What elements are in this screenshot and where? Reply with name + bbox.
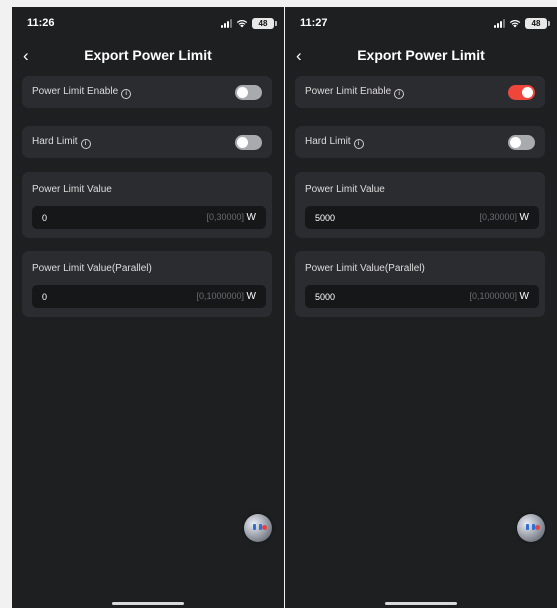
input-unit: W	[246, 212, 256, 223]
hard-limit-row: Hard Limit i	[295, 126, 545, 158]
assistant-bubble-icon[interactable]	[517, 514, 545, 542]
info-icon[interactable]: i	[353, 139, 364, 149]
hard-limit-row: Hard Limit i	[22, 126, 272, 158]
power-limit-value-parallel-input[interactable]: 0 [0,1000000] W	[32, 285, 266, 308]
hard-limit-toggle[interactable]	[508, 135, 535, 150]
info-icon[interactable]: i	[121, 89, 132, 99]
status-bar: 11:26 48	[12, 7, 284, 37]
power-limit-enable-row: Power Limit Enable i	[295, 76, 545, 108]
home-indicator[interactable]	[112, 602, 184, 605]
wifi-icon	[236, 19, 248, 28]
wifi-icon	[509, 19, 521, 28]
input-value: 0	[42, 292, 48, 302]
hard-limit-label: Hard Limit	[32, 136, 78, 147]
power-limit-value-parallel-input[interactable]: 5000 [0,1000000] W	[305, 285, 539, 308]
toggle-knob	[510, 137, 521, 148]
phone-screen-left: 11:26 48 ‹ Export Power Limit Power Limi…	[12, 7, 284, 608]
power-limit-enable-toggle[interactable]	[235, 85, 262, 100]
power-limit-enable-toggle[interactable]	[508, 85, 535, 100]
toggle-knob	[237, 137, 248, 148]
power-limit-value-parallel-label: Power Limit Value(Parallel)	[305, 263, 425, 274]
assistant-bubble-icon[interactable]	[244, 514, 272, 542]
home-indicator[interactable]	[385, 602, 457, 605]
power-limit-enable-row: Power Limit Enable i	[22, 76, 272, 108]
status-bar: 11:27 48	[285, 7, 557, 37]
power-limit-enable-label: Power Limit Enable	[305, 86, 392, 97]
power-limit-value-parallel-card: Power Limit Value(Parallel) 5000 [0,1000…	[295, 251, 545, 317]
info-icon[interactable]: i	[394, 89, 405, 99]
input-range: [0,1000000]	[196, 291, 244, 301]
power-limit-value-card: Power Limit Value 0 [0,30000] W	[22, 172, 272, 238]
power-limit-value-parallel-label: Power Limit Value(Parallel)	[32, 263, 152, 274]
input-unit: W	[246, 291, 256, 302]
power-limit-value-parallel-card: Power Limit Value(Parallel) 0 [0,1000000…	[22, 251, 272, 317]
signal-icon	[221, 18, 232, 28]
input-value: 5000	[315, 292, 336, 302]
power-limit-value-input[interactable]: 0 [0,30000] W	[32, 206, 266, 229]
battery-icon: 48	[252, 17, 277, 29]
status-time: 11:26	[27, 17, 55, 29]
toggle-knob	[522, 87, 533, 98]
info-icon[interactable]: i	[80, 139, 91, 149]
input-value: 0	[42, 213, 48, 223]
power-limit-value-label: Power Limit Value	[305, 184, 385, 195]
nav-bar: ‹ Export Power Limit	[12, 45, 284, 69]
status-icons: 48	[221, 17, 277, 29]
signal-icon	[494, 18, 505, 28]
input-range: [0,1000000]	[469, 291, 517, 301]
input-unit: W	[519, 212, 529, 223]
status-time: 11:27	[300, 17, 328, 29]
page-title: Export Power Limit	[357, 47, 485, 63]
input-range: [0,30000]	[206, 212, 244, 222]
input-value: 5000	[315, 213, 336, 223]
power-limit-value-label: Power Limit Value	[32, 184, 112, 195]
power-limit-value-card: Power Limit Value 5000 [0,30000] W	[295, 172, 545, 238]
phone-screen-right: 11:27 48 ‹ Export Power Limit Power Limi…	[285, 7, 557, 608]
input-unit: W	[519, 291, 529, 302]
toggle-knob	[237, 87, 248, 98]
status-icons: 48	[494, 17, 550, 29]
page-title: Export Power Limit	[84, 47, 212, 63]
battery-icon: 48	[525, 17, 550, 29]
power-limit-value-input[interactable]: 5000 [0,30000] W	[305, 206, 539, 229]
input-range: [0,30000]	[479, 212, 517, 222]
power-limit-enable-label: Power Limit Enable	[32, 86, 119, 97]
nav-bar: ‹ Export Power Limit	[285, 45, 557, 69]
hard-limit-label: Hard Limit	[305, 136, 351, 147]
hard-limit-toggle[interactable]	[235, 135, 262, 150]
